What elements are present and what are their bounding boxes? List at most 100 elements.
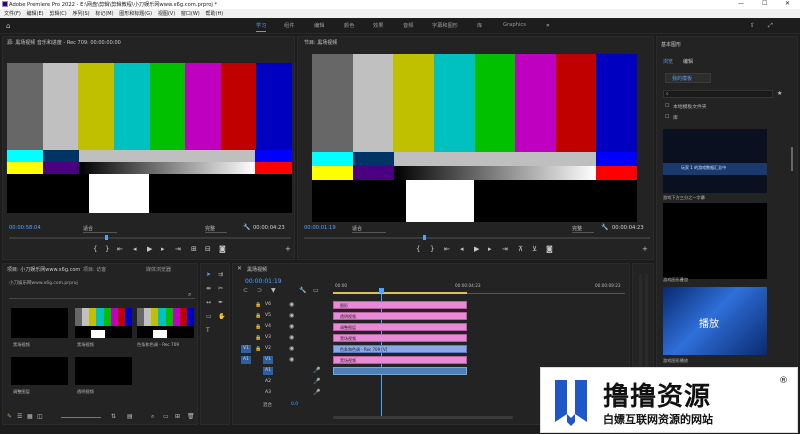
menu-sequence[interactable]: 序列(S) [73, 10, 90, 17]
program-quality-dropdown[interactable]: 完整 [572, 225, 594, 233]
workspace-libraries[interactable]: 库 [477, 22, 482, 29]
source-quality-dropdown[interactable]: 完整 [205, 225, 227, 233]
eye-icon[interactable]: ◉ [289, 302, 294, 308]
lift-icon[interactable]: ⊼ [518, 245, 523, 253]
my-templates-button[interactable]: 我的模板 [665, 73, 711, 83]
source-playhead[interactable] [105, 235, 108, 240]
track-select-icon[interactable]: ⇉ [218, 272, 223, 278]
step-forward-icon[interactable]: ▸ [161, 245, 165, 253]
menu-window[interactable]: 窗口(W) [181, 10, 200, 17]
track-label-a1[interactable]: A1 [263, 367, 273, 375]
program-camera-icon[interactable]: ◙ [546, 245, 553, 253]
list-view-icon[interactable]: ☰ [17, 414, 22, 420]
wrench-icon[interactable]: 🔧 [243, 225, 250, 231]
eye-icon[interactable]: ◉ [289, 324, 294, 330]
add-marker-icon[interactable]: ▼ [271, 288, 276, 294]
workspace-color[interactable]: 颜色 [344, 22, 354, 29]
template-thumb-2[interactable] [663, 203, 767, 279]
mix-value[interactable]: 0.0 [291, 402, 298, 407]
track-label-v3[interactable]: V3 [263, 334, 273, 342]
program-playhead[interactable] [423, 235, 426, 240]
program-mark-in-icon[interactable]: { [416, 245, 420, 253]
automate-icon[interactable]: ▤ [127, 414, 133, 420]
close-button[interactable]: ✕ [785, 0, 790, 7]
menu-clip[interactable]: 剪辑(C) [49, 10, 66, 17]
zoom-slider[interactable] [61, 417, 101, 418]
eye-icon[interactable]: ◉ [289, 346, 294, 352]
sort-icon[interactable]: ⇅ [111, 414, 116, 420]
checkbox-library[interactable]: ☐ [665, 114, 669, 120]
lock-icon[interactable]: 🔒 [255, 324, 261, 330]
mark-in-icon[interactable]: { [93, 245, 97, 253]
overwrite-icon[interactable]: ⊟ [205, 245, 211, 253]
menu-help[interactable]: 帮助(H) [206, 10, 224, 17]
eye-icon[interactable]: ◉ [289, 313, 294, 319]
slip-tool-icon[interactable]: ↔ [206, 300, 211, 306]
selection-tool-icon[interactable]: ➤ [206, 272, 211, 278]
timeline-clip[interactable]: 色条和色调 - Rec 709 [V] [333, 345, 467, 353]
linked-selection-icon[interactable]: ⊃ [257, 288, 262, 294]
timeline-clip[interactable]: 透明视频 [333, 312, 467, 320]
timeline-scrollbar[interactable] [333, 416, 513, 419]
workspace-captions[interactable]: 字幕和图形 [432, 22, 458, 29]
rectangle-tool-icon[interactable]: ▭ [206, 314, 212, 320]
track-label-v4[interactable]: V4 [263, 323, 273, 331]
step-back-icon[interactable]: ◂ [133, 245, 137, 253]
workspace-learn[interactable]: 学习 [256, 22, 267, 32]
lock-icon[interactable]: 🔒 [255, 335, 261, 341]
project-tab[interactable]: 项目: 小刀娱乐网www.x6g.com [7, 266, 80, 273]
track-label-v6[interactable]: V6 [263, 301, 273, 309]
project-item-thumb[interactable] [75, 357, 132, 385]
eye-icon[interactable]: ◉ [289, 335, 294, 341]
menu-graphics[interactable]: 图形和标题(G) [119, 10, 152, 17]
fullscreen-icon[interactable]: ⤢ [768, 23, 773, 29]
timeline-playhead-head[interactable] [379, 288, 384, 293]
menu-view[interactable]: 视图(V) [158, 10, 175, 17]
source-fit-dropdown[interactable]: 适合 [83, 225, 117, 233]
program-step-back-icon[interactable]: ◂ [460, 245, 464, 253]
workspace-assembly[interactable]: 组件 [284, 22, 294, 29]
snap-icon[interactable]: ⊂ [243, 288, 248, 294]
template-thumb-3[interactable]: 播放 [663, 287, 767, 355]
workspace-graphics[interactable]: Graphics [503, 22, 526, 28]
mark-out-icon[interactable]: } [105, 245, 109, 253]
play-button[interactable]: ▶ [147, 245, 152, 253]
project-tab-2[interactable]: 项目: 访客 [83, 266, 106, 273]
browse-tab[interactable]: 浏览 [663, 58, 673, 65]
template-thumb-1[interactable]: 玩家 1 的游戏数据汇总中 [663, 129, 767, 193]
hand-tool-icon[interactable]: ✋ [218, 314, 225, 320]
home-icon[interactable]: ⌂ [6, 23, 10, 30]
timeline-timecode[interactable]: 00:00:01:19 [245, 278, 282, 285]
timeline-clip[interactable]: 黑场视频 [333, 334, 467, 342]
track-label-v1-source[interactable]: V1 [241, 345, 251, 353]
timeline-clip[interactable]: 黑场视频 [333, 356, 467, 364]
track-label-v5[interactable]: V5 [263, 312, 273, 320]
more-workspaces-icon[interactable]: » [546, 23, 550, 29]
mic-icon[interactable]: 🎤 [313, 390, 320, 396]
program-fit-dropdown[interactable]: 适合 [352, 225, 386, 233]
find-icon[interactable]: ⌕ [151, 414, 154, 420]
menu-marker[interactable]: 标记(M) [95, 10, 113, 17]
timeline-clip[interactable]: 调整图层 [333, 323, 467, 331]
media-browser-tab[interactable]: 媒体浏览器 [146, 266, 171, 273]
project-search-input[interactable] [9, 292, 195, 299]
work-area-bar[interactable] [333, 292, 467, 294]
mic-icon[interactable]: 🎤 [313, 368, 320, 374]
program-step-forward-icon[interactable]: ▸ [488, 245, 492, 253]
program-go-to-in-icon[interactable]: ⇤ [444, 245, 450, 253]
settings-icon[interactable]: 🔧 [299, 288, 306, 294]
project-item-thumb[interactable] [11, 308, 68, 338]
track-label-a3[interactable]: A3 [263, 389, 273, 397]
new-bin-icon[interactable]: ▭ [163, 414, 169, 420]
program-go-to-out-icon[interactable]: ⇥ [502, 245, 508, 253]
new-item-icon[interactable]: ⊞ [175, 414, 180, 420]
pencil-icon[interactable]: ✎ [7, 414, 12, 420]
lock-icon[interactable]: 🔒 [255, 302, 261, 308]
add-button-icon[interactable]: + [285, 245, 291, 253]
pen-tool-icon[interactable]: ✒ [218, 300, 223, 306]
timeline-clip[interactable]: 图形 [333, 301, 467, 309]
clear-icon[interactable]: 🗑 [187, 414, 195, 420]
close-tab-icon[interactable]: ✕ [237, 266, 242, 272]
quick-export-icon[interactable]: ⇧ [750, 23, 755, 29]
mic-icon[interactable]: 🎤 [313, 379, 320, 385]
